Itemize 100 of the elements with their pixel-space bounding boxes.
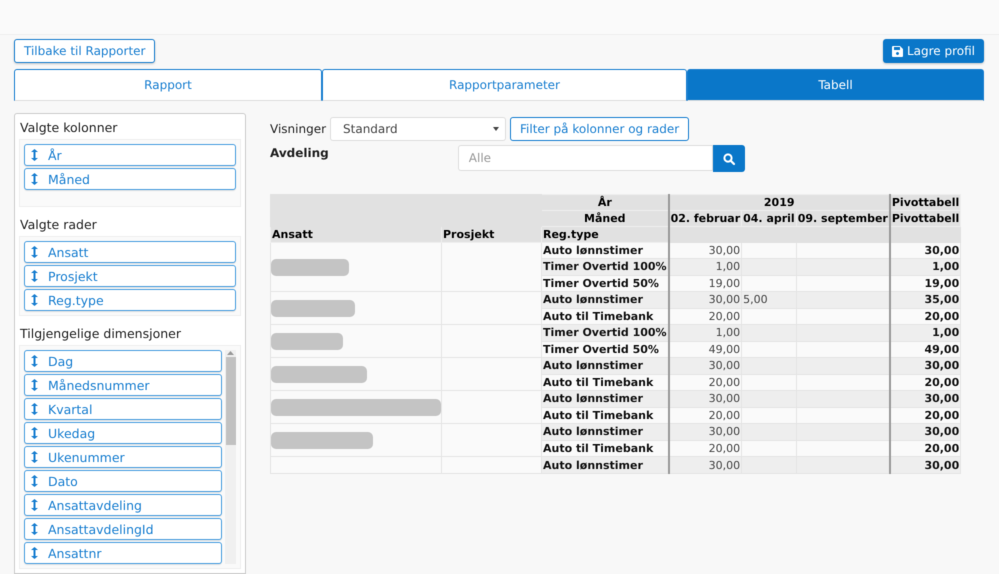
table-cell: 30,00 bbox=[668, 242, 742, 259]
department-label: Avdeling bbox=[270, 146, 329, 160]
table-cell: Auto til Timebank bbox=[542, 374, 669, 390]
header-cell: Pivottabell bbox=[890, 194, 961, 210]
table-cell: 20,00 bbox=[890, 308, 961, 324]
table-cell: Timer Overtid 100% bbox=[542, 258, 669, 276]
header-cell: Prosjekt bbox=[442, 226, 542, 242]
dimension-item[interactable]: Månedsnummer bbox=[24, 374, 222, 396]
table-cell: 1,00 bbox=[890, 324, 961, 341]
dimension-item[interactable]: Dag bbox=[24, 350, 222, 372]
table-cell: 1,00 bbox=[668, 258, 742, 276]
table-cell: Auto lønnstimer bbox=[542, 424, 669, 440]
table-cell: 20,00 bbox=[668, 407, 742, 424]
sort-arrows-icon bbox=[31, 149, 38, 161]
sort-arrows-icon bbox=[31, 173, 38, 185]
table-cell: Auto til Timebank bbox=[542, 440, 669, 456]
header-cell: Pivottabell bbox=[890, 210, 961, 226]
scroll-up-arrow-icon[interactable] bbox=[227, 350, 234, 355]
table-cell: 20,00 bbox=[890, 407, 961, 424]
table-cell: Auto til Timebank bbox=[542, 407, 669, 424]
header-cell: 2019 bbox=[668, 194, 890, 210]
table-cell: 19,00 bbox=[668, 275, 742, 292]
table-cell: 30,00 bbox=[668, 424, 742, 440]
table-cell: 20,00 bbox=[890, 440, 961, 456]
sort-arrows-icon bbox=[31, 523, 38, 535]
table-cell: 30,00 bbox=[668, 292, 742, 308]
table-cell: Auto lønnstimer bbox=[542, 292, 669, 308]
sort-arrows-icon bbox=[31, 547, 38, 559]
section-title: Tilgjengelige dimensjoner bbox=[20, 326, 182, 341]
table-cell: Auto lønnstimer bbox=[542, 390, 669, 407]
table-cell: 30,00 bbox=[890, 390, 961, 407]
table-cell: 20,00 bbox=[668, 308, 742, 324]
save-profile-button[interactable]: Lagre profil bbox=[882, 39, 984, 63]
header-cell: 09. september bbox=[796, 210, 890, 226]
table-cell: 30,00 bbox=[890, 456, 961, 474]
table-cell: 20,00 bbox=[668, 374, 742, 390]
table-cell: 49,00 bbox=[890, 341, 961, 358]
table-cell: 30,00 bbox=[668, 358, 742, 374]
views-label: Visninger bbox=[270, 122, 326, 136]
dimension-item[interactable]: Reg.type bbox=[24, 289, 236, 311]
header-cell: 02. februar bbox=[668, 210, 742, 226]
redacted-name bbox=[271, 332, 343, 350]
dimension-item[interactable]: Ansattnr bbox=[24, 542, 222, 564]
sort-arrows-icon bbox=[31, 499, 38, 511]
table-cell: 30,00 bbox=[890, 358, 961, 374]
dimension-item[interactable]: År bbox=[24, 144, 236, 166]
filter-button[interactable]: Filter på kolonner og rader bbox=[510, 117, 690, 141]
tab[interactable]: Rapport bbox=[14, 69, 322, 101]
search-button[interactable] bbox=[712, 145, 745, 172]
sort-arrows-icon bbox=[31, 451, 38, 463]
table-cell: 1,00 bbox=[668, 324, 742, 341]
sort-arrows-icon bbox=[31, 379, 38, 391]
search-icon bbox=[722, 152, 735, 164]
caret-icon bbox=[493, 127, 500, 131]
header-cell: Reg.type bbox=[542, 226, 669, 242]
table-cell: 1,00 bbox=[890, 258, 961, 276]
dimension-item[interactable]: Ukedag bbox=[24, 422, 222, 444]
tab[interactable]: Tabell bbox=[687, 69, 984, 101]
header-cell: 04. april bbox=[742, 210, 796, 226]
table-cell: Timer Overtid 50% bbox=[542, 275, 669, 292]
header-cell: Ansatt bbox=[270, 226, 442, 242]
back-button[interactable]: Tilbake til Rapporter bbox=[14, 39, 156, 63]
table-cell: 20,00 bbox=[890, 374, 961, 390]
header-cell: Måned bbox=[542, 210, 669, 226]
section-title: Valgte kolonner bbox=[20, 120, 118, 135]
tab[interactable]: Rapportparameter bbox=[322, 69, 687, 101]
dimension-item[interactable]: Prosjekt bbox=[24, 265, 236, 287]
sort-arrows-icon bbox=[31, 355, 38, 367]
department-search-field[interactable]: Alle bbox=[458, 145, 713, 171]
table-cell: Auto lønnstimer bbox=[542, 456, 669, 474]
dimension-item[interactable]: Ansattavdeling bbox=[24, 494, 222, 516]
sort-arrows-icon bbox=[31, 270, 38, 282]
views-dropdown[interactable]: Standard bbox=[330, 117, 506, 141]
table-cell: Auto lønnstimer bbox=[542, 358, 669, 374]
table-cell: 20,00 bbox=[668, 440, 742, 456]
table-cell: 49,00 bbox=[668, 341, 742, 358]
dimension-item[interactable]: Dato bbox=[24, 470, 222, 492]
table-cell: Timer Overtid 50% bbox=[542, 341, 669, 358]
table-cell: 30,00 bbox=[890, 424, 961, 440]
table-cell: 30,00 bbox=[668, 456, 742, 474]
table-cell: Auto til Timebank bbox=[542, 308, 669, 324]
sort-arrows-icon bbox=[31, 246, 38, 258]
scrollbar[interactable] bbox=[225, 350, 236, 564]
header-cell: År bbox=[542, 194, 669, 210]
table-cell: Timer Overtid 100% bbox=[542, 324, 669, 341]
dimension-item[interactable]: Ansatt bbox=[24, 241, 236, 263]
dimension-item[interactable]: Kvartal bbox=[24, 398, 222, 420]
table-cell: 30,00 bbox=[890, 242, 961, 259]
sort-arrows-icon bbox=[31, 403, 38, 415]
sort-arrows-icon bbox=[31, 475, 38, 487]
table-cell: 5,00 bbox=[742, 292, 796, 308]
dimension-item[interactable]: Ukenummer bbox=[24, 446, 222, 468]
table-cell: 19,00 bbox=[890, 275, 961, 292]
table-cell: 30,00 bbox=[668, 390, 742, 407]
sort-arrows-icon bbox=[31, 427, 38, 439]
table-cell: Auto lønnstimer bbox=[542, 242, 669, 259]
table-cell: 35,00 bbox=[890, 292, 961, 308]
dimension-item[interactable]: Måned bbox=[24, 168, 236, 190]
dimension-item[interactable]: AnsattavdelingId bbox=[24, 518, 222, 540]
section-title: Valgte rader bbox=[20, 217, 98, 232]
